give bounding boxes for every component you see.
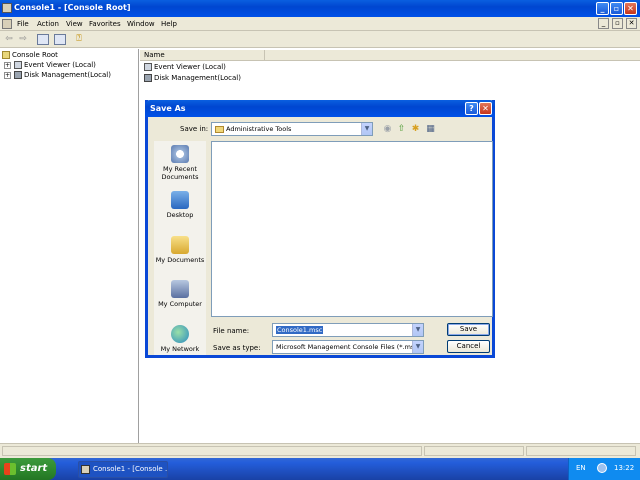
column-name-header[interactable]: Name: [140, 50, 265, 61]
start-label: start: [20, 463, 48, 474]
window-titlebar[interactable]: Console1 - [Console Root] _ ▫ ✕: [0, 0, 640, 17]
place-label: My Network: [160, 345, 200, 353]
new-folder-icon[interactable]: ✱: [410, 124, 421, 135]
maximize-button[interactable]: ▫: [610, 2, 623, 15]
windows-logo-icon: [4, 463, 16, 475]
language-indicator[interactable]: EN: [576, 464, 586, 472]
place-label: My Computer: [158, 300, 202, 308]
tree-item-disk-management[interactable]: Disk Management(Local): [14, 71, 111, 79]
list-item-label: Disk Management(Local): [154, 74, 241, 82]
desktop-icon: [171, 191, 189, 209]
save-as-type-dropdown[interactable]: Microsoft Management Console Files (*.ms…: [272, 340, 424, 354]
recent-documents-icon: [171, 145, 189, 163]
save-as-type-value: Microsoft Management Console Files (*.ms…: [276, 343, 421, 351]
taskbar: start Console1 - [Console ... EN 13:22: [0, 458, 640, 480]
folder-icon: [215, 125, 224, 133]
dialog-help-button[interactable]: ?: [465, 102, 478, 115]
my-network-icon: [171, 325, 189, 343]
file-list[interactable]: [211, 141, 493, 317]
tree-item-event-viewer[interactable]: Event Viewer (Local): [14, 61, 96, 69]
taskbar-item-label: Console1 - [Console ...: [93, 465, 168, 473]
export-list-icon[interactable]: [54, 34, 66, 45]
back-icon[interactable]: ◉: [382, 124, 393, 135]
status-segment: [2, 446, 422, 456]
menu-bar: File Action View Favorites Window Help _…: [0, 17, 640, 31]
save-as-type-label: Save as type:: [213, 344, 261, 352]
views-menu-icon[interactable]: ▦: [425, 124, 436, 135]
minimize-button[interactable]: _: [596, 2, 609, 15]
list-column-header: Name: [140, 50, 640, 61]
mmc-app-icon: [81, 465, 90, 474]
cancel-button[interactable]: Cancel: [447, 340, 490, 353]
tree-item-label: Event Viewer (Local): [24, 61, 96, 69]
status-bar: [0, 443, 640, 458]
dialog-close-button[interactable]: ✕: [479, 102, 492, 115]
dialog-titlebar[interactable]: Save As ? ✕: [145, 100, 495, 117]
save-in-label: Save in:: [180, 125, 209, 133]
console-menu-icon[interactable]: [2, 19, 12, 29]
child-minimize-button[interactable]: _: [598, 18, 609, 29]
close-button[interactable]: ✕: [624, 2, 637, 15]
window-title: Console1 - [Console Root]: [14, 3, 131, 12]
chevron-down-icon[interactable]: ▼: [412, 341, 423, 353]
menu-file[interactable]: File: [17, 20, 29, 28]
file-name-value: Console1.msc: [276, 326, 324, 334]
event-viewer-icon: [144, 63, 152, 71]
tree-root-label: Console Root: [12, 51, 58, 59]
show-hide-tree-icon[interactable]: [37, 34, 49, 45]
expand-disk-management-icon[interactable]: +: [4, 72, 11, 79]
place-desktop[interactable]: Desktop: [154, 191, 206, 219]
folder-icon: [2, 51, 10, 59]
save-in-dropdown[interactable]: Administrative Tools ▼: [211, 122, 373, 136]
place-my-recent-documents[interactable]: My Recent Documents: [154, 145, 206, 181]
menu-favorites[interactable]: Favorites: [89, 20, 121, 28]
clock[interactable]: 13:22: [614, 464, 634, 472]
place-my-network[interactable]: My Network: [154, 325, 206, 353]
menu-action[interactable]: Action: [37, 20, 59, 28]
chevron-down-icon[interactable]: ▼: [412, 324, 423, 336]
tree-root[interactable]: Console Root: [2, 51, 58, 59]
taskbar-item-console[interactable]: Console1 - [Console ...: [78, 461, 168, 478]
tree-item-label: Disk Management(Local): [24, 71, 111, 79]
forward-icon[interactable]: ⇨: [17, 34, 29, 45]
menu-view[interactable]: View: [66, 20, 83, 28]
place-my-documents[interactable]: My Documents: [154, 236, 206, 264]
list-item-label: Event Viewer (Local): [154, 63, 226, 71]
tray-icon[interactable]: [597, 463, 607, 473]
status-segment: [526, 446, 636, 456]
help-icon[interactable]: ⍰: [73, 34, 85, 45]
event-viewer-icon: [14, 61, 22, 69]
save-button[interactable]: Save: [447, 323, 490, 336]
disk-management-icon: [144, 74, 152, 82]
place-label: My Recent Documents: [161, 165, 199, 181]
status-segment: [424, 446, 524, 456]
places-bar: My Recent Documents Desktop My Documents…: [154, 141, 206, 355]
place-label: Desktop: [166, 211, 194, 219]
menu-help[interactable]: Help: [161, 20, 177, 28]
dialog-title: Save As: [150, 104, 186, 113]
list-item-event-viewer[interactable]: Event Viewer (Local): [144, 63, 226, 71]
file-name-input[interactable]: Console1.msc ▼: [272, 323, 424, 337]
up-folder-icon[interactable]: ⇧: [396, 124, 407, 135]
child-close-button[interactable]: ✕: [626, 18, 637, 29]
my-computer-icon: [171, 280, 189, 298]
expand-event-viewer-icon[interactable]: +: [4, 62, 11, 69]
start-button[interactable]: start: [0, 458, 56, 480]
disk-management-icon: [14, 71, 22, 79]
console-tree-pane[interactable]: Console Root + Event Viewer (Local) + Di…: [0, 49, 139, 443]
list-item-disk-management[interactable]: Disk Management(Local): [144, 74, 241, 82]
my-documents-icon: [171, 236, 189, 254]
file-name-label: File name:: [213, 327, 250, 335]
place-my-computer[interactable]: My Computer: [154, 280, 206, 308]
save-in-value: Administrative Tools: [226, 125, 292, 133]
menu-window[interactable]: Window: [127, 20, 155, 28]
mmc-app-icon[interactable]: [2, 3, 12, 13]
toolbar: ⇦ ⇨ ⍰: [0, 31, 640, 48]
back-icon[interactable]: ⇦: [3, 34, 15, 45]
save-as-dialog: Save As ? ✕ Save in: Administrative Tool…: [145, 100, 495, 358]
chevron-down-icon[interactable]: ▼: [361, 123, 372, 135]
child-restore-button[interactable]: ▫: [612, 18, 623, 29]
place-label: My Documents: [155, 256, 205, 264]
